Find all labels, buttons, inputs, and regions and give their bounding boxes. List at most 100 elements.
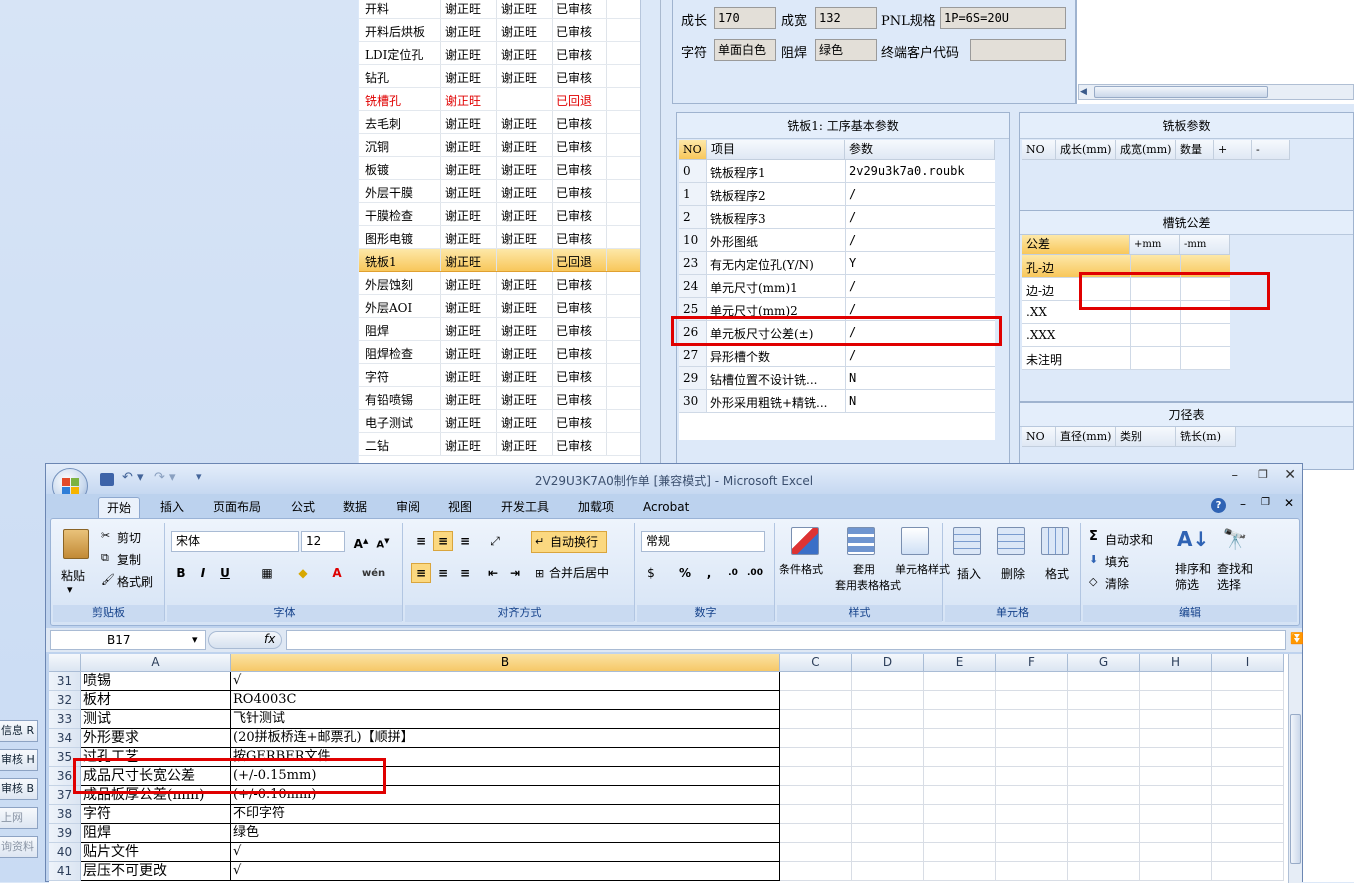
empty-cell[interactable] <box>924 672 996 691</box>
grid-header[interactable]: 项目 <box>707 140 845 160</box>
column-header[interactable]: B <box>231 654 780 672</box>
process-row[interactable]: 外层蚀刻 谢正旺 谢正旺 已审核 <box>359 272 640 295</box>
font-size-combo[interactable]: 12 <box>301 531 345 552</box>
empty-cell[interactable] <box>924 767 996 786</box>
italic-icon[interactable]: I <box>193 563 213 583</box>
column-header[interactable]: D <box>852 654 924 672</box>
empty-cell[interactable] <box>1212 748 1284 767</box>
cell-a[interactable]: 字符 <box>81 805 231 824</box>
empty-cell[interactable] <box>996 767 1068 786</box>
process-row[interactable]: 干膜检查 谢正旺 谢正旺 已审核 <box>359 203 640 226</box>
process-list[interactable]: 开料 谢正旺 谢正旺 已审核 开料后烘板 谢正旺 谢正旺 已审核 LDI定位孔 谢正旺 谢正旺 已审核… <box>359 0 641 470</box>
empty-cell[interactable] <box>924 729 996 748</box>
empty-cell[interactable] <box>1140 824 1212 843</box>
vertical-scroll-thumb[interactable] <box>1290 714 1301 864</box>
format-as-table-button[interactable]: 套用表格格式 <box>835 577 901 593</box>
cell-b[interactable]: 飞针测试 <box>231 710 780 729</box>
empty-cell[interactable] <box>1140 786 1212 805</box>
cell-b[interactable]: √ <box>231 862 780 881</box>
font-color-icon[interactable]: A <box>327 563 347 583</box>
cell-b[interactable]: √ <box>231 672 780 691</box>
empty-cell[interactable] <box>1140 748 1212 767</box>
empty-cell[interactable] <box>780 862 852 881</box>
empty-cell[interactable] <box>852 843 924 862</box>
column-header[interactable]: H <box>1140 654 1212 672</box>
cell-a[interactable]: 阻焊 <box>81 824 231 843</box>
pnl-field[interactable]: 1P=6S=20U <box>940 7 1066 29</box>
ribbon-tab-3[interactable]: 公式 <box>291 497 315 518</box>
grid-header[interactable]: -mm <box>1180 235 1230 255</box>
basic-params-grid[interactable]: NO 项目 参数 0 铣板程序1 2v29u3k7a0.roubk 1 铣板程序2 / 2 铣板程序… <box>679 140 995 440</box>
empty-cell[interactable] <box>924 824 996 843</box>
grid-header[interactable]: +mm <box>1130 235 1180 255</box>
process-row[interactable]: 电子测试 谢正旺 谢正旺 已审核 <box>359 410 640 433</box>
ribbon-tab-5[interactable]: 审阅 <box>396 497 420 518</box>
minimize-icon[interactable]: – <box>1232 468 1239 483</box>
grid-header[interactable]: NO <box>679 140 707 160</box>
empty-cell[interactable] <box>1212 767 1284 786</box>
process-row[interactable]: LDI定位孔 谢正旺 谢正旺 已审核 <box>359 42 640 65</box>
row-header[interactable]: 34 <box>49 729 81 748</box>
tool-table-grid[interactable]: NO 直径(mm) 类别 铣长(m) <box>1022 427 1353 467</box>
orientation-icon[interactable]: ⤢ <box>485 531 505 551</box>
grid-header[interactable]: 铣长(m) <box>1176 427 1236 447</box>
cut-button[interactable]: 剪切 <box>117 529 141 546</box>
empty-cell[interactable] <box>1140 729 1212 748</box>
grid-header[interactable]: 成宽(mm) <box>1116 140 1176 160</box>
format-cells-button[interactable]: 格式 <box>1045 565 1069 582</box>
left-button[interactable]: 信息 R <box>0 720 38 742</box>
empty-cell[interactable] <box>1140 672 1212 691</box>
params-row[interactable]: 24 单元尺寸(mm)1 / <box>679 275 995 298</box>
process-row[interactable]: 外层干膜 谢正旺 谢正旺 已审核 <box>359 180 640 203</box>
empty-cell[interactable] <box>1068 843 1140 862</box>
empty-cell[interactable] <box>924 862 996 881</box>
empty-cell[interactable] <box>996 729 1068 748</box>
close-icon[interactable]: ✕ <box>1284 467 1296 483</box>
comma-icon[interactable]: , <box>699 563 719 583</box>
row-header[interactable]: 33 <box>49 710 81 729</box>
empty-cell[interactable] <box>1140 862 1212 881</box>
fill-button[interactable]: 填充 <box>1105 553 1129 570</box>
ribbon-close-icon[interactable]: ✕ <box>1284 496 1294 510</box>
help-icon[interactable]: ? <box>1211 498 1226 513</box>
align-middle-icon[interactable]: ≡ <box>433 531 453 551</box>
empty-cell[interactable] <box>1068 729 1140 748</box>
copy-button[interactable]: 复制 <box>117 551 141 568</box>
empty-cell[interactable] <box>924 843 996 862</box>
grid-header[interactable]: 类别 <box>1116 427 1176 447</box>
process-row[interactable]: 铣槽孔 谢正旺 已回退 <box>359 88 640 111</box>
currency-icon[interactable]: $ <box>641 563 661 583</box>
empty-cell[interactable] <box>1212 710 1284 729</box>
grid-header[interactable]: + <box>1214 140 1252 160</box>
grid-header[interactable]: 参数 <box>845 140 995 160</box>
align-left-icon[interactable]: ≡ <box>411 563 431 583</box>
empty-cell[interactable] <box>1140 710 1212 729</box>
empty-cell[interactable] <box>1140 805 1212 824</box>
ribbon-tab-6[interactable]: 视图 <box>448 497 472 518</box>
process-row[interactable]: 去毛刺 谢正旺 谢正旺 已审核 <box>359 111 640 134</box>
empty-cell[interactable] <box>1212 824 1284 843</box>
name-box-dropdown-icon[interactable]: ▾ <box>192 633 198 646</box>
empty-cell[interactable] <box>1212 672 1284 691</box>
empty-cell[interactable] <box>1140 767 1212 786</box>
align-bottom-icon[interactable]: ≡ <box>455 531 475 551</box>
name-box[interactable]: B17 <box>50 630 206 650</box>
empty-cell[interactable] <box>780 691 852 710</box>
grow-font-icon[interactable]: A▲ <box>351 531 371 551</box>
row-header[interactable]: 31 <box>49 672 81 691</box>
empty-cell[interactable] <box>1212 862 1284 881</box>
decrease-decimal-icon[interactable]: .00 <box>745 563 765 583</box>
expand-formula-icon[interactable]: ⏬ <box>1290 632 1304 645</box>
empty-cell[interactable] <box>1068 786 1140 805</box>
params-row[interactable]: 0 铣板程序1 2v29u3k7a0.roubk <box>679 160 995 183</box>
row-header[interactable]: 40 <box>49 843 81 862</box>
font-name-combo[interactable]: 宋体 <box>171 531 299 552</box>
empty-cell[interactable] <box>1068 748 1140 767</box>
params-row[interactable]: 1 铣板程序2 / <box>679 183 995 206</box>
format-painter-button[interactable]: 格式刷 <box>117 573 153 590</box>
process-row[interactable]: 阻焊 谢正旺 谢正旺 已审核 <box>359 318 640 341</box>
number-format-combo[interactable]: 常规 <box>641 531 765 552</box>
tolerance-row[interactable]: 未注明 <box>1022 347 1230 370</box>
insert-function-icon[interactable]: fx <box>264 632 275 646</box>
column-header[interactable]: E <box>924 654 996 672</box>
